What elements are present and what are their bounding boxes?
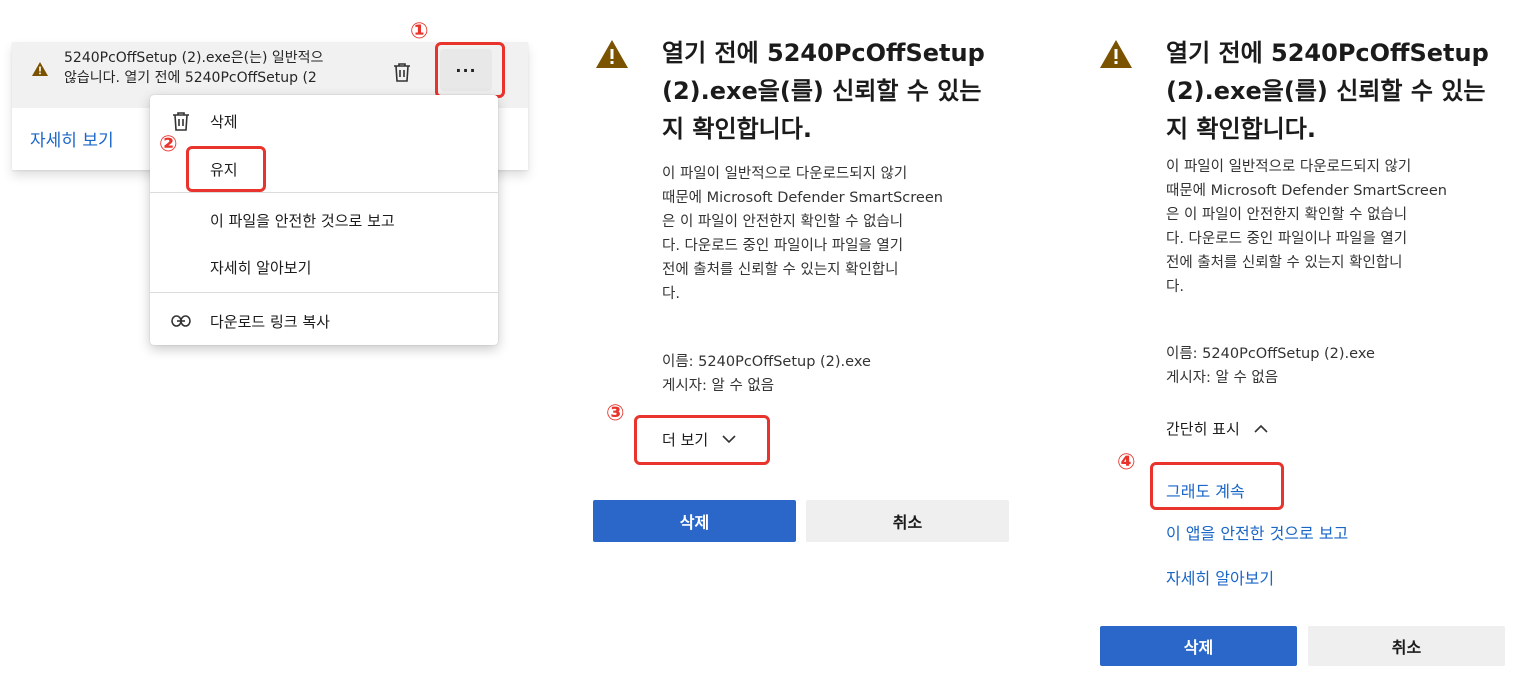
link-icon	[170, 310, 192, 332]
trash-icon	[170, 110, 192, 132]
dialog-description: 이 파일이 일반적으로 다운로드되지 않기 때문에 Microsoft Defe…	[662, 162, 1022, 306]
dialog-title: 열기 전에 5240PcOffSetup (2).exe을(를) 신뢰할 수 있…	[1166, 34, 1526, 148]
warning-triangle-icon	[596, 40, 628, 68]
warning-triangle-icon	[1100, 40, 1132, 68]
description-line: 다.	[1166, 279, 1184, 295]
menu-item-copy-link-label: 다운로드 링크 복사	[210, 312, 330, 331]
menu-item-learn-more-label: 자세히 알아보기	[210, 258, 312, 277]
menu-item-report-safe[interactable]: 이 파일을 안전한 것으로 보고	[150, 198, 498, 242]
dialog-title-line: 지 확인합니다.	[1166, 115, 1316, 143]
dialog-title-line: 지 확인합니다.	[662, 115, 812, 143]
description-line: 때문에 Microsoft Defender SmartScreen	[1166, 183, 1447, 199]
dialog-description: 이 파일이 일반적으로 다운로드되지 않기 때문에 Microsoft Defe…	[1166, 155, 1526, 299]
menu-divider	[150, 192, 498, 193]
description-line: 은 이 파일이 안전한지 확인할 수 없습니	[1166, 207, 1408, 223]
highlight-box-4	[1150, 462, 1284, 510]
description-line: 다.	[662, 286, 680, 302]
step-marker-2: ②	[159, 132, 178, 157]
file-publisher: 게시자: 알 수 없음	[1166, 370, 1279, 386]
learn-more-link[interactable]: 자세히 알아보기	[1166, 565, 1274, 589]
highlight-box-3	[634, 415, 770, 465]
file-info: 이름: 5240PcOffSetup (2).exe 게시자: 알 수 없음	[1166, 342, 1526, 390]
menu-item-delete[interactable]: 삭제	[150, 99, 498, 143]
details-link[interactable]: 자세히 보기	[30, 126, 114, 151]
delete-button[interactable]: 삭제	[1100, 626, 1297, 666]
menu-divider	[150, 292, 498, 293]
dialog-title: 열기 전에 5240PcOffSetup (2).exe을(를) 신뢰할 수 있…	[662, 34, 1022, 148]
warning-triangle-icon	[32, 62, 48, 76]
trash-icon	[394, 63, 410, 82]
step-marker-3: ③	[606, 401, 625, 426]
menu-item-report-safe-label: 이 파일을 안전한 것으로 보고	[210, 211, 395, 230]
show-less-label: 간단히 표시	[1166, 420, 1240, 438]
text-fade	[342, 44, 384, 86]
dialog-title-line: (2).exe을(를) 신뢰할 수 있는	[662, 77, 982, 105]
menu-item-learn-more[interactable]: 자세히 알아보기	[150, 245, 498, 289]
context-menu: 삭제 유지 이 파일을 안전한 것으로 보고 자세히 알아보기 다운로드 링크 …	[150, 95, 498, 345]
step-marker-4: ④	[1117, 450, 1136, 475]
description-line: 다. 다운로드 중인 파일이나 파일을 열기	[1166, 231, 1408, 247]
description-line: 은 이 파일이 안전한지 확인할 수 없습니	[662, 214, 904, 230]
cancel-button[interactable]: 취소	[1308, 626, 1505, 666]
file-name: 이름: 5240PcOffSetup (2).exe	[662, 354, 871, 370]
file-publisher: 게시자: 알 수 없음	[662, 378, 775, 394]
description-line: 이 파일이 일반적으로 다운로드되지 않기	[662, 166, 908, 182]
highlight-box-2	[186, 146, 266, 192]
description-line: 전에 출처를 신뢰할 수 있는지 확인합니	[1166, 255, 1403, 271]
dialog-title-line: (2).exe을(를) 신뢰할 수 있는	[1166, 77, 1486, 105]
description-line: 전에 출처를 신뢰할 수 있는지 확인합니	[662, 262, 899, 278]
description-line: 때문에 Microsoft Defender SmartScreen	[662, 190, 943, 206]
chevron-up-icon	[1254, 424, 1268, 433]
download-warning-line-2: 않습니다. 열기 전에 5240PcOffSetup (2	[64, 70, 317, 86]
step-marker-1: ①	[410, 19, 429, 44]
highlight-box-1	[435, 42, 505, 98]
delete-download-button[interactable]	[388, 58, 416, 86]
delete-button[interactable]: 삭제	[593, 500, 796, 542]
report-app-safe-link[interactable]: 이 앱을 안전한 것으로 보고	[1166, 520, 1348, 544]
dialog-title-line: 열기 전에 5240PcOffSetup	[662, 39, 985, 67]
file-name: 이름: 5240PcOffSetup (2).exe	[1166, 346, 1375, 362]
file-info: 이름: 5240PcOffSetup (2).exe 게시자: 알 수 없음	[662, 350, 1022, 398]
menu-item-copy-link[interactable]: 다운로드 링크 복사	[150, 299, 498, 343]
description-line: 이 파일이 일반적으로 다운로드되지 않기	[1166, 159, 1412, 175]
menu-item-delete-label: 삭제	[210, 112, 238, 131]
show-less-toggle[interactable]: 간단히 표시	[1166, 418, 1268, 439]
cancel-button[interactable]: 취소	[806, 500, 1009, 542]
download-warning-line-1: 5240PcOffSetup (2).exe은(는) 일반적으	[64, 50, 324, 66]
dialog-title-line: 열기 전에 5240PcOffSetup	[1166, 39, 1489, 67]
download-warning-text: 5240PcOffSetup (2).exe은(는) 일반적으 않습니다. 열기…	[64, 48, 380, 88]
description-line: 다. 다운로드 중인 파일이나 파일을 열기	[662, 238, 904, 254]
